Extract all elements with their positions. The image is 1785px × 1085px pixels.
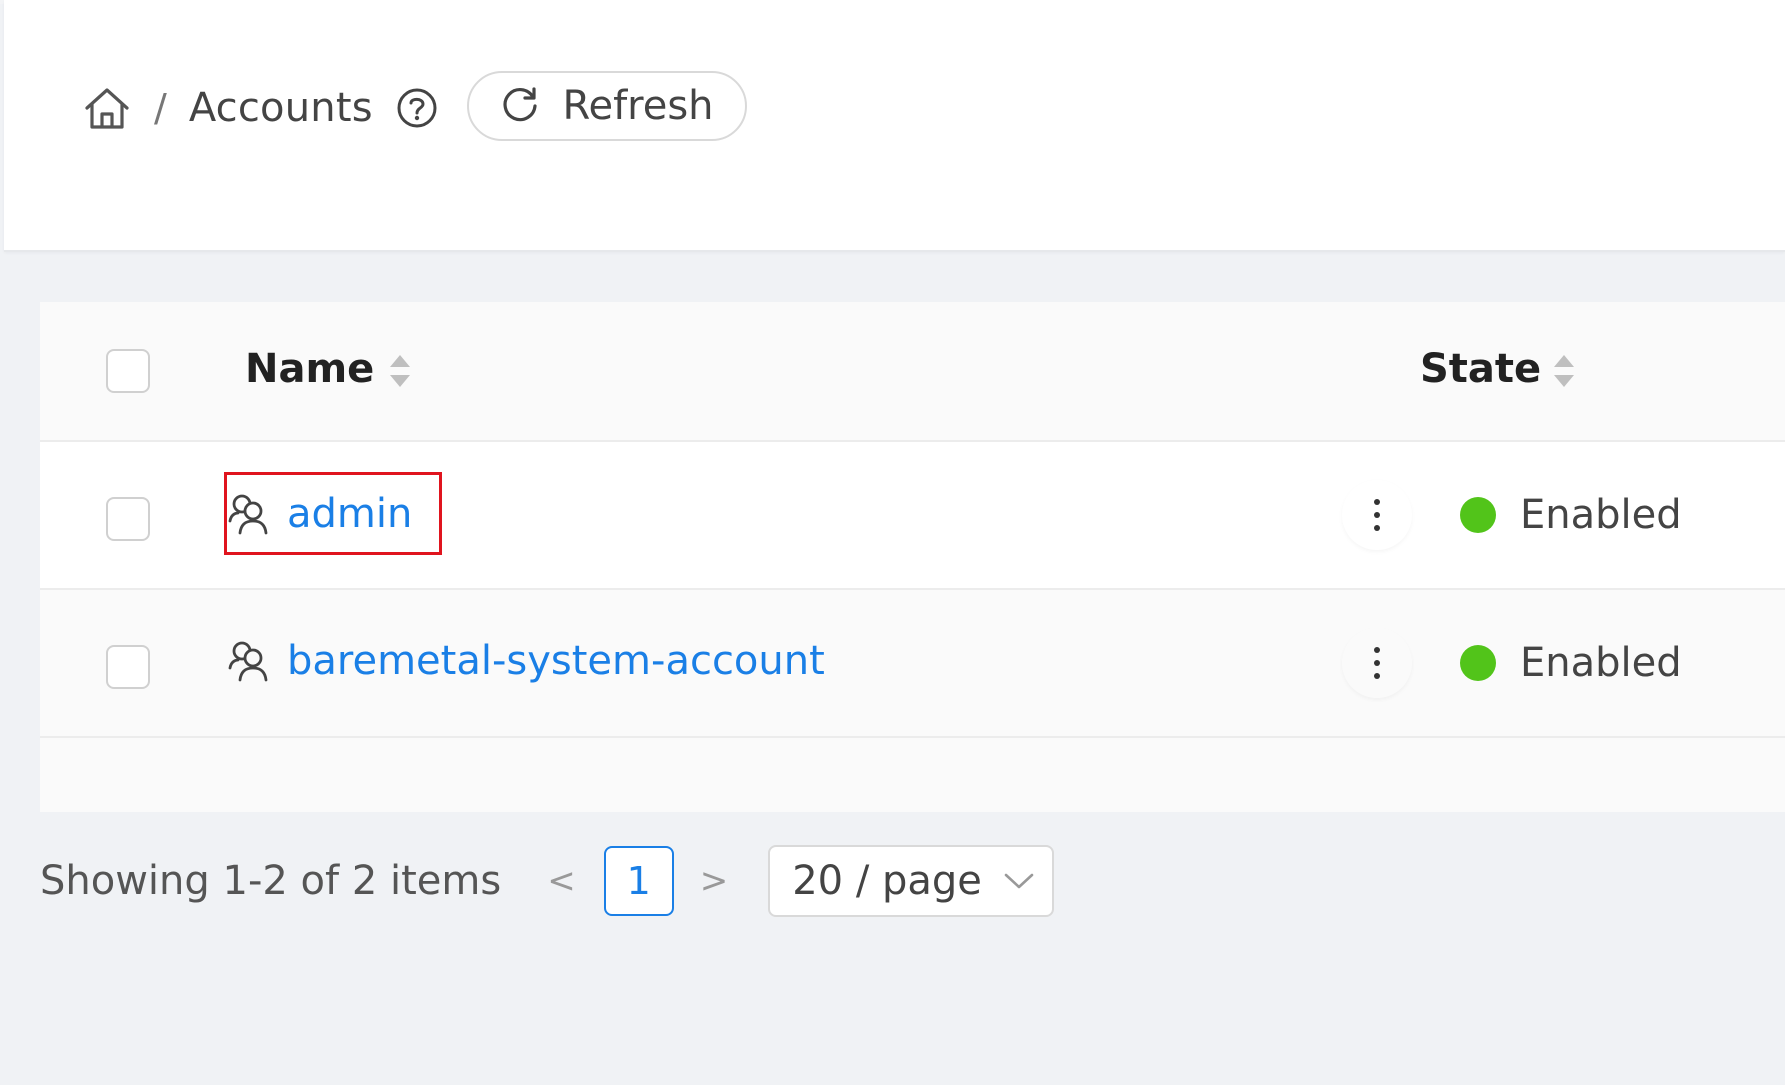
reload-icon — [500, 84, 540, 128]
column-header-state[interactable]: State — [1420, 346, 1541, 392]
status-text: Enabled — [1520, 640, 1682, 686]
sort-name-icon[interactable] — [388, 351, 412, 391]
breadcrumb: / Accounts — [82, 78, 439, 138]
home-icon[interactable] — [82, 83, 132, 133]
accounts-table: Name State admin Enabled baremetal-syste… — [40, 302, 1785, 812]
table-row: admin Enabled — [40, 442, 1785, 590]
state-cell: Enabled — [1460, 480, 1682, 550]
status-dot — [1460, 645, 1496, 681]
page-1-button[interactable]: 1 — [603, 846, 674, 916]
pagination: Showing 1-2 of 2 items < 1 > 20 / page — [40, 845, 1055, 917]
account-link-admin[interactable]: admin — [287, 491, 412, 537]
row-actions-button[interactable] — [1342, 480, 1412, 550]
row-actions-button[interactable] — [1342, 628, 1412, 698]
next-page-button[interactable]: > — [700, 861, 729, 901]
breadcrumb-current: Accounts — [188, 85, 373, 131]
page-size-value: 20 / page — [792, 858, 982, 904]
account-link-baremetal[interactable]: baremetal-system-account — [287, 638, 825, 684]
refresh-button[interactable]: Refresh — [467, 71, 747, 141]
prev-page-button[interactable]: < — [547, 861, 576, 901]
page-header: / Accounts Refresh — [4, 0, 1785, 252]
name-cell: admin — [225, 479, 412, 549]
table-row: baremetal-system-account Enabled — [40, 590, 1785, 738]
refresh-label: Refresh — [562, 83, 714, 129]
state-cell: Enabled — [1460, 628, 1682, 698]
name-cell: baremetal-system-account — [225, 626, 825, 696]
column-header-name[interactable]: Name — [245, 346, 374, 392]
question-circle-icon[interactable] — [395, 86, 439, 130]
chevron-down-icon — [1004, 872, 1034, 890]
status-text: Enabled — [1520, 492, 1682, 538]
account-icon — [225, 490, 273, 538]
page-size-select[interactable]: 20 / page — [768, 845, 1055, 917]
breadcrumb-separator: / — [154, 86, 167, 130]
row-checkbox[interactable] — [106, 497, 150, 541]
sort-state-icon[interactable] — [1552, 351, 1576, 391]
row-checkbox[interactable] — [106, 645, 150, 689]
table-header: Name State — [40, 302, 1785, 442]
pagination-summary: Showing 1-2 of 2 items — [40, 858, 502, 904]
account-icon — [225, 637, 273, 685]
select-all-checkbox[interactable] — [106, 349, 150, 393]
status-dot — [1460, 497, 1496, 533]
